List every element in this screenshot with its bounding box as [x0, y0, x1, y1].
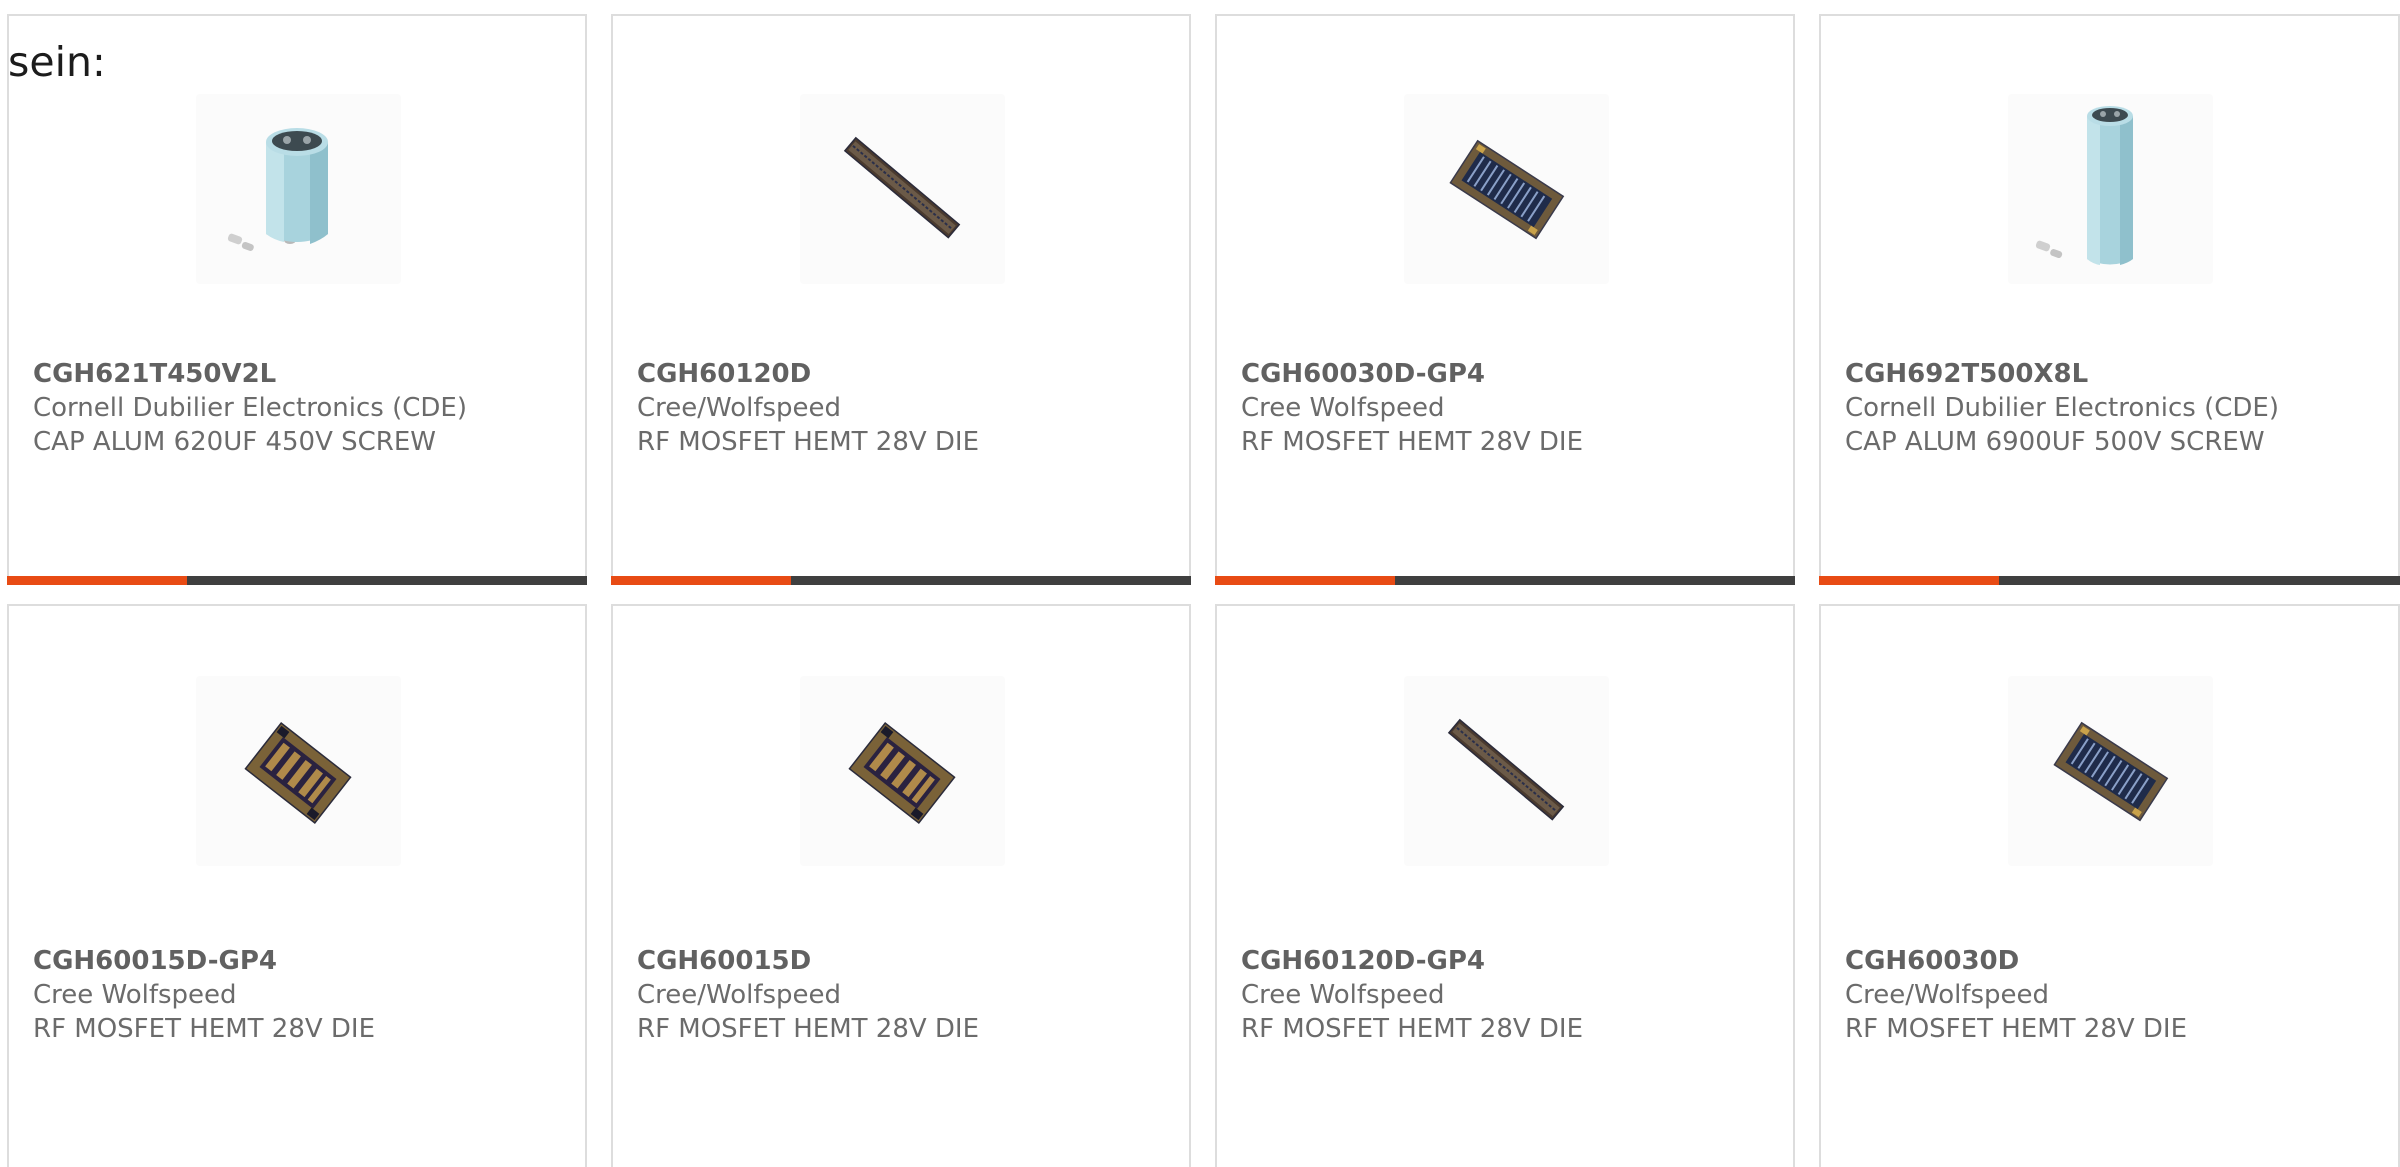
card-progress-fill — [1819, 576, 2000, 585]
card-progress-bar — [611, 576, 1191, 585]
manufacturer-name: Cree Wolfspeed — [33, 980, 237, 1010]
product-info: CGH60015D-GP4 Cree Wolfspeed RF MOSFET H… — [33, 944, 565, 1046]
product-image[interactable] — [800, 676, 1005, 866]
product-grid-page: sein: CGH621T450V2L Cornell Dubilier Ele… — [0, 0, 2400, 1167]
card-progress-bar — [1215, 576, 1795, 585]
part-number-link[interactable]: CGH692T500X8L — [1845, 357, 2378, 391]
manufacturer-name: Cree Wolfspeed — [1241, 393, 1445, 423]
product-description: CAP ALUM 6900UF 500V SCREW — [1845, 427, 2265, 457]
product-description: RF MOSFET HEMT 28V DIE — [1241, 1014, 1584, 1044]
part-number-link[interactable]: CGH60030D-GP4 — [1241, 357, 1773, 391]
product-card[interactable]: CGH60030D-GP4 Cree Wolfspeed RF MOSFET H… — [1215, 14, 1795, 585]
product-description: RF MOSFET HEMT 28V DIE — [33, 1014, 376, 1044]
part-number-link[interactable]: CGH60120D — [637, 357, 1169, 391]
card-progress-bar — [7, 576, 587, 585]
product-info: CGH621T450V2L Cornell Dubilier Electroni… — [33, 357, 565, 459]
lead-text: sein: — [8, 38, 106, 86]
product-card[interactable]: CGH692T500X8L Cornell Dubilier Electroni… — [1819, 14, 2400, 585]
product-image[interactable] — [1404, 676, 1609, 866]
die-chip-icon — [1449, 139, 1565, 240]
manufacturer-name: Cornell Dubilier Electronics (CDE) — [33, 393, 467, 423]
card-progress-fill — [1215, 576, 1395, 585]
product-card[interactable]: CGH60030D Cree/Wolfspeed RF MOSFET HEMT … — [1819, 604, 2400, 1167]
capacitor-icon — [227, 128, 328, 251]
part-number-link[interactable]: CGH60030D — [1845, 944, 2378, 978]
product-card[interactable]: CGH60015D Cree/Wolfspeed RF MOSFET HEMT … — [611, 604, 1191, 1167]
manufacturer-name: Cree Wolfspeed — [1241, 980, 1445, 1010]
manufacturer-name: Cree/Wolfspeed — [637, 393, 842, 423]
part-number-link[interactable]: CGH621T450V2L — [33, 357, 565, 391]
product-image[interactable] — [2008, 94, 2213, 284]
card-progress-bar — [1819, 576, 2400, 585]
product-image[interactable] — [196, 676, 401, 866]
die-chip-icon — [2053, 721, 2169, 822]
product-image[interactable] — [2008, 676, 2213, 866]
manufacturer-name: Cree/Wolfspeed — [637, 980, 842, 1010]
product-info: CGH60030D Cree/Wolfspeed RF MOSFET HEMT … — [1845, 944, 2378, 1046]
die-square-icon — [244, 722, 352, 824]
product-card[interactable]: CGH60120D-GP4 Cree Wolfspeed RF MOSFET H… — [1215, 604, 1795, 1167]
manufacturer-name: Cree/Wolfspeed — [1845, 980, 2050, 1010]
product-info: CGH60015D Cree/Wolfspeed RF MOSFET HEMT … — [637, 944, 1169, 1046]
product-info: CGH60120D Cree/Wolfspeed RF MOSFET HEMT … — [637, 357, 1169, 459]
product-description: RF MOSFET HEMT 28V DIE — [637, 427, 980, 457]
product-description: RF MOSFET HEMT 28V DIE — [1845, 1014, 2188, 1044]
card-progress-fill — [611, 576, 791, 585]
die-strip-icon — [843, 136, 961, 239]
card-progress-fill — [7, 576, 187, 585]
die-strip-icon — [1447, 718, 1565, 821]
product-description: RF MOSFET HEMT 28V DIE — [1241, 427, 1584, 457]
product-image[interactable] — [196, 94, 401, 284]
product-info: CGH60030D-GP4 Cree Wolfspeed RF MOSFET H… — [1241, 357, 1773, 459]
capacitor-tall-icon — [2035, 106, 2133, 265]
product-card[interactable]: CGH60120D Cree/Wolfspeed RF MOSFET HEMT … — [611, 14, 1191, 585]
product-description: RF MOSFET HEMT 28V DIE — [637, 1014, 980, 1044]
product-card[interactable]: CGH621T450V2L Cornell Dubilier Electroni… — [7, 14, 587, 585]
die-square-icon — [848, 722, 956, 824]
product-image[interactable] — [1404, 94, 1609, 284]
part-number-link[interactable]: CGH60015D — [637, 944, 1169, 978]
product-description: CAP ALUM 620UF 450V SCREW — [33, 427, 436, 457]
product-info: CGH60120D-GP4 Cree Wolfspeed RF MOSFET H… — [1241, 944, 1773, 1046]
manufacturer-name: Cornell Dubilier Electronics (CDE) — [1845, 393, 2279, 423]
product-card[interactable]: CGH60015D-GP4 Cree Wolfspeed RF MOSFET H… — [7, 604, 587, 1167]
product-info: CGH692T500X8L Cornell Dubilier Electroni… — [1845, 357, 2378, 459]
product-image[interactable] — [800, 94, 1005, 284]
part-number-link[interactable]: CGH60015D-GP4 — [33, 944, 565, 978]
part-number-link[interactable]: CGH60120D-GP4 — [1241, 944, 1773, 978]
